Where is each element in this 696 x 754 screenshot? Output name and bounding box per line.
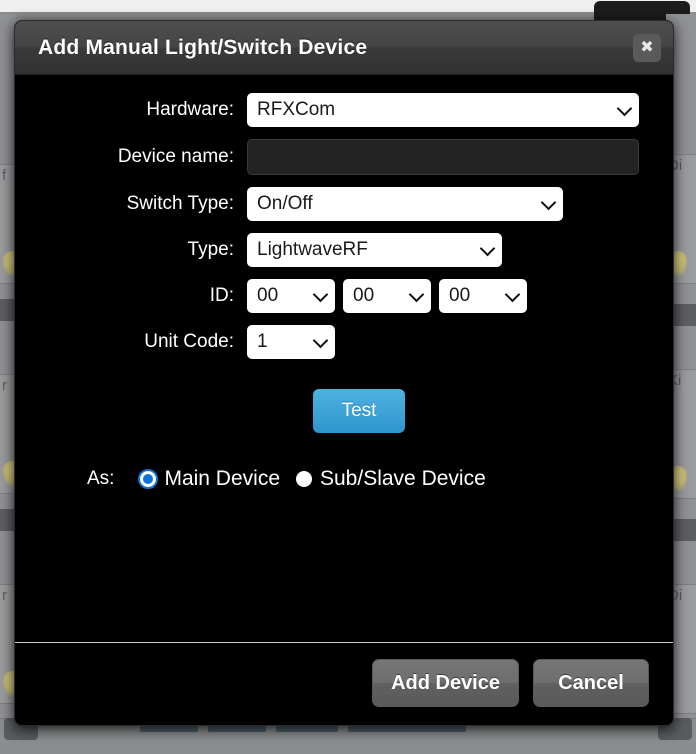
unit-code-label: Unit Code: <box>144 331 234 352</box>
dialog-header: Add Manual Light/Switch Device ✖ <box>15 21 673 75</box>
background-card-label: r <box>2 377 7 394</box>
chevron-down-icon <box>312 332 329 349</box>
radio-sub-slave-device-label: Sub/Slave Device <box>320 467 486 490</box>
type-select[interactable]: LightwaveRF <box>247 233 502 267</box>
dialog-body: Hardware: RFXCom Device name: Switch Typ… <box>15 75 673 642</box>
switch-type-value: On/Off <box>257 193 313 214</box>
chevron-down-icon <box>479 240 496 257</box>
cancel-button[interactable]: Cancel <box>533 659 649 707</box>
hardware-select[interactable]: RFXCom <box>247 93 639 127</box>
radio-sub-slave-device[interactable] <box>296 471 312 487</box>
add-device-button[interactable]: Add Device <box>372 659 519 707</box>
background-card-label: f <box>2 167 7 184</box>
switch-type-label: Switch Type: <box>126 193 234 214</box>
chevron-down-icon <box>504 286 521 303</box>
chevron-down-icon <box>540 194 557 211</box>
device-name-input[interactable] <box>247 139 639 175</box>
id-select-3[interactable]: 00 <box>439 279 527 313</box>
id-select-1[interactable]: 00 <box>247 279 335 313</box>
chevron-down-icon <box>616 100 633 117</box>
test-button-row: Test <box>15 389 673 433</box>
as-row: As: Main Device Sub/Slave Device <box>15 467 673 491</box>
radio-main-device[interactable] <box>140 471 157 487</box>
id-value-2: 00 <box>353 285 375 306</box>
background-topbar <box>0 0 696 12</box>
row-device-name: Device name: <box>15 139 673 175</box>
radio-option-main-device[interactable]: Main Device <box>140 467 280 491</box>
id-value-1: 00 <box>257 285 279 306</box>
row-id: ID: 00 00 00 <box>15 279 673 313</box>
row-unit-code: Unit Code: 1 <box>15 325 673 359</box>
type-value: LightwaveRF <box>257 239 368 260</box>
close-icon[interactable]: ✖ <box>633 33 661 62</box>
type-label: Type: <box>187 239 234 260</box>
hardware-label: Hardware: <box>146 99 234 120</box>
test-button[interactable]: Test <box>313 389 405 433</box>
background-card-label: r <box>2 587 7 604</box>
radio-option-sub-slave-device[interactable]: Sub/Slave Device <box>296 467 486 491</box>
as-label: As: <box>87 468 115 489</box>
id-label: ID: <box>209 285 234 306</box>
chevron-down-icon <box>312 286 329 303</box>
row-switch-type: Switch Type: On/Off <box>15 187 673 221</box>
dialog-title: Add Manual Light/Switch Device <box>38 35 368 59</box>
dialog-footer: Add Device Cancel <box>15 642 673 725</box>
id-select-2[interactable]: 00 <box>343 279 431 313</box>
row-type: Type: LightwaveRF <box>15 233 673 267</box>
chevron-down-icon <box>408 286 425 303</box>
radio-main-device-label: Main Device <box>164 467 280 490</box>
add-device-dialog: Add Manual Light/Switch Device ✖ Hardwar… <box>14 20 674 726</box>
row-hardware: Hardware: RFXCom <box>15 93 673 127</box>
unit-code-value: 1 <box>257 331 268 352</box>
id-value-3: 00 <box>449 285 471 306</box>
hardware-value: RFXCom <box>257 99 336 120</box>
switch-type-select[interactable]: On/Off <box>247 187 563 221</box>
unit-code-select[interactable]: 1 <box>247 325 335 359</box>
device-name-label: Device name: <box>117 146 234 167</box>
